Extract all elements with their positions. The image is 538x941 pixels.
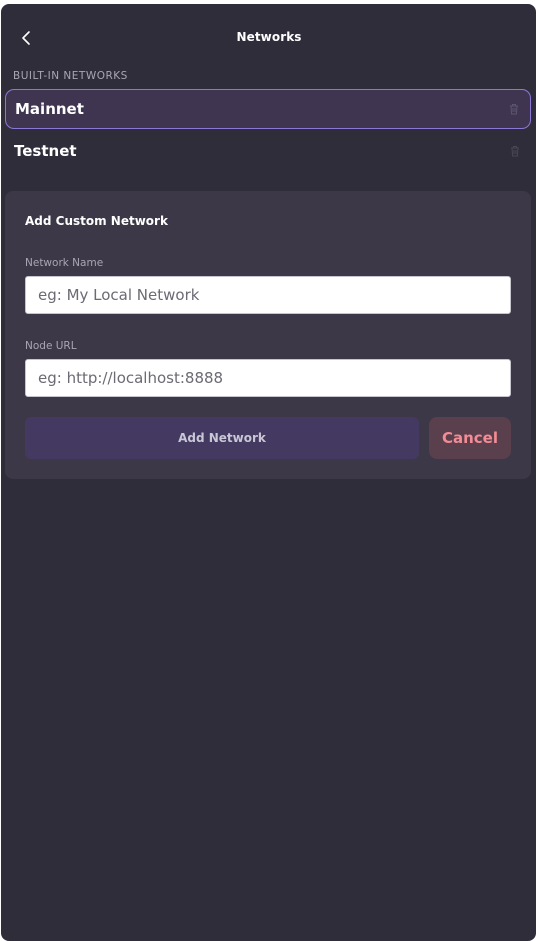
node-url-label: Node URL — [25, 340, 77, 352]
trash-icon — [508, 102, 520, 116]
add-custom-network-card: Add Custom Network Network Name Node URL… — [5, 191, 531, 479]
networks-screen: Networks BUILT-IN NETWORKS Mainnet Testn… — [1, 4, 536, 941]
card-title: Add Custom Network — [25, 214, 168, 228]
page-title: Networks — [236, 30, 302, 44]
network-item-mainnet[interactable]: Mainnet — [5, 89, 531, 129]
add-network-button[interactable]: Add Network — [25, 417, 419, 459]
section-label-built-in: BUILT-IN NETWORKS — [13, 70, 128, 82]
cancel-button[interactable]: Cancel — [429, 417, 511, 459]
node-url-input[interactable] — [25, 359, 511, 397]
network-name-label: Network Name — [25, 257, 104, 269]
network-item-testnet[interactable]: Testnet — [5, 131, 531, 171]
network-name: Testnet — [14, 142, 77, 160]
network-name-input[interactable] — [25, 276, 511, 314]
network-name: Mainnet — [15, 100, 84, 118]
header: Networks — [1, 4, 536, 70]
trash-icon — [509, 144, 521, 158]
